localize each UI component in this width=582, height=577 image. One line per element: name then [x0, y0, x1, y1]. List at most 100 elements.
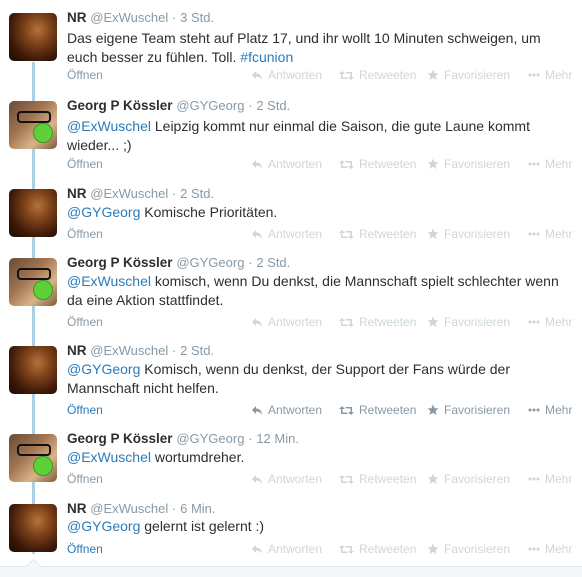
author-handle[interactable]: @GYGeorg — [176, 431, 244, 446]
mention-link[interactable]: @ExWuschel — [67, 273, 151, 289]
more-button[interactable]: Mehr — [528, 542, 572, 556]
author-name[interactable]: NR — [67, 501, 87, 516]
avatar[interactable] — [9, 101, 57, 149]
avatar[interactable] — [9, 504, 57, 552]
author-name[interactable]: Georg P Kössler — [67, 98, 173, 113]
reply-button[interactable]: Antworten — [251, 542, 322, 556]
avatar[interactable] — [9, 434, 57, 482]
favorite-button[interactable]: Favorisieren — [427, 542, 510, 556]
retweet-button[interactable]: Retweeten — [339, 403, 416, 417]
reply-button[interactable]: Antworten — [251, 157, 322, 171]
reply-label: Antworten — [268, 227, 323, 241]
author-name[interactable]: NR — [67, 186, 87, 201]
retweet-button[interactable]: Retweeten — [339, 472, 416, 486]
author-handle[interactable]: @ExWuschel — [90, 186, 168, 201]
timestamp[interactable]: 12 Min. — [256, 431, 299, 446]
more-button[interactable]: Mehr — [528, 315, 572, 329]
avatar[interactable] — [9, 189, 57, 237]
reply-button[interactable]: Antworten — [251, 227, 322, 241]
ellipsis-icon — [528, 232, 540, 236]
reply-label: Antworten — [268, 315, 323, 329]
text-segment: Komische Prioritäten. — [140, 204, 278, 220]
open-tweet-link[interactable]: Öffnen — [67, 227, 103, 241]
mention-link[interactable]: @GYGeorg — [67, 204, 140, 220]
reply-button[interactable]: Antworten — [251, 315, 322, 329]
retweet-arrows-icon — [339, 70, 354, 80]
timestamp[interactable]: 2 Std. — [256, 98, 290, 113]
timestamp[interactable]: 6 Min. — [180, 501, 215, 516]
favorite-button[interactable]: Favorisieren — [427, 227, 510, 241]
avatar-badge — [33, 280, 53, 300]
hashtag-link[interactable]: #fcunion — [240, 49, 293, 65]
retweet-label: Retweeten — [359, 542, 417, 556]
mention-link[interactable]: @GYGeorg — [67, 518, 140, 534]
mention-link[interactable]: @ExWuschel — [67, 449, 151, 465]
reply-arrow-icon — [252, 544, 262, 554]
retweet-label: Retweeten — [359, 157, 417, 171]
open-tweet-link[interactable]: Öffnen — [67, 315, 103, 329]
reply-button[interactable]: Antworten — [251, 68, 322, 82]
open-tweet-link[interactable]: Öffnen — [67, 68, 103, 82]
retweet-button[interactable]: Retweeten — [339, 157, 416, 171]
favorite-button[interactable]: Favorisieren — [427, 68, 510, 82]
timestamp[interactable]: 3 Std. — [180, 10, 214, 25]
footer-notch — [25, 558, 42, 575]
reply-button[interactable]: Antworten — [251, 472, 322, 486]
favorite-label: Favorisieren — [444, 315, 511, 329]
star-icon — [427, 316, 439, 327]
more-button[interactable]: Mehr — [528, 403, 572, 417]
ellipsis-icon — [528, 547, 540, 551]
mention-link[interactable]: @ExWuschel — [67, 118, 151, 134]
retweet-button[interactable]: Retweeten — [339, 315, 416, 329]
retweet-button[interactable]: Retweeten — [339, 542, 416, 556]
favorite-button[interactable]: Favorisieren — [427, 472, 510, 486]
favorite-label: Favorisieren — [444, 227, 511, 241]
conversation-footer — [0, 558, 582, 577]
avatar[interactable] — [9, 346, 57, 394]
timestamp[interactable]: 2 Std. — [180, 186, 214, 201]
favorite-label: Favorisieren — [444, 542, 511, 556]
more-button[interactable]: Mehr — [528, 157, 572, 171]
more-label: Mehr — [545, 68, 573, 82]
more-button[interactable]: Mehr — [528, 472, 572, 486]
open-tweet-link[interactable]: Öffnen — [67, 157, 103, 171]
author-name[interactable]: NR — [67, 10, 87, 25]
favorite-button[interactable]: Favorisieren — [427, 403, 510, 417]
retweet-arrows-icon — [339, 159, 354, 169]
more-label: Mehr — [545, 403, 573, 417]
timestamp[interactable]: 2 Std. — [256, 255, 290, 270]
avatar[interactable] — [9, 258, 57, 306]
avatar[interactable] — [9, 13, 57, 61]
more-button[interactable]: Mehr — [528, 68, 572, 82]
separator-dot: · — [248, 98, 253, 113]
reply-button[interactable]: Antworten — [251, 403, 322, 417]
open-tweet-link[interactable]: Öffnen — [67, 472, 103, 486]
author-handle[interactable]: @ExWuschel — [90, 501, 168, 516]
author-handle[interactable]: @ExWuschel — [90, 343, 168, 358]
retweet-button[interactable]: Retweeten — [339, 68, 416, 82]
open-tweet-link[interactable]: Öffnen — [67, 403, 103, 417]
avatar-glasses — [17, 444, 51, 456]
author-name[interactable]: NR — [67, 343, 87, 358]
more-label: Mehr — [545, 157, 573, 171]
author-handle[interactable]: @GYGeorg — [176, 255, 244, 270]
mention-link[interactable]: @GYGeorg — [67, 361, 140, 377]
timestamp[interactable]: 2 Std. — [180, 343, 214, 358]
favorite-button[interactable]: Favorisieren — [427, 315, 510, 329]
tweet-text: @ExWuschel Leipzig kommt nur einmal die … — [67, 117, 572, 155]
star-icon — [427, 473, 439, 484]
tweet-text: @GYGeorg gelernt ist gelernt :) — [67, 517, 572, 536]
author-name[interactable]: Georg P Kössler — [67, 255, 173, 270]
ellipsis-icon — [528, 320, 540, 324]
reply-arrow-icon — [252, 474, 262, 484]
author-handle[interactable]: @GYGeorg — [176, 98, 244, 113]
author-handle[interactable]: @ExWuschel — [90, 10, 168, 25]
more-button[interactable]: Mehr — [528, 227, 572, 241]
separator-dot: · — [248, 431, 253, 446]
author-name[interactable]: Georg P Kössler — [67, 431, 173, 446]
retweet-label: Retweeten — [359, 68, 417, 82]
retweet-button[interactable]: Retweeten — [339, 227, 416, 241]
open-tweet-link[interactable]: Öffnen — [67, 542, 103, 556]
star-icon — [427, 69, 439, 80]
favorite-button[interactable]: Favorisieren — [427, 157, 510, 171]
